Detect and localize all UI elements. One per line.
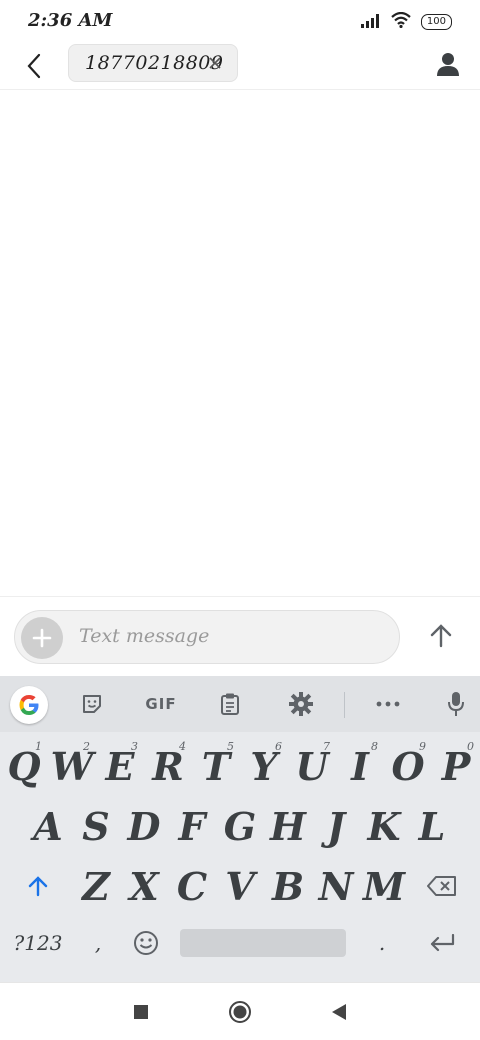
key-z[interactable]: Z bbox=[72, 856, 120, 916]
key-q[interactable]: Q1 bbox=[0, 736, 48, 796]
key-f[interactable]: F bbox=[168, 796, 216, 856]
key-e[interactable]: E3 bbox=[96, 736, 144, 796]
key-row-4: ?123 , . bbox=[0, 918, 480, 978]
key-p[interactable]: P0 bbox=[432, 736, 480, 796]
gif-label: GIF bbox=[145, 695, 177, 713]
key-label: T bbox=[201, 743, 231, 789]
key-hint: 3 bbox=[131, 740, 138, 753]
key-c[interactable]: C bbox=[168, 856, 216, 916]
recipient-chip[interactable]: 18770218809 bbox=[68, 44, 238, 82]
key-u[interactable]: U7 bbox=[288, 736, 336, 796]
square-icon[interactable] bbox=[126, 997, 156, 1027]
backspace-icon[interactable] bbox=[410, 856, 474, 916]
key-x[interactable]: X bbox=[120, 856, 168, 916]
key-w[interactable]: W2 bbox=[48, 736, 96, 796]
toolbar-divider bbox=[344, 692, 345, 718]
period-key[interactable]: . bbox=[358, 918, 406, 968]
status-time: 2:36 AM bbox=[28, 10, 113, 31]
more-dots-icon[interactable] bbox=[372, 688, 404, 720]
key-b[interactable]: B bbox=[264, 856, 312, 916]
key-h[interactable]: H bbox=[264, 796, 312, 856]
triangle-back-icon[interactable] bbox=[324, 997, 354, 1027]
key-l[interactable]: L bbox=[408, 796, 456, 856]
conversation-area bbox=[0, 91, 480, 595]
circle-icon[interactable] bbox=[225, 997, 255, 1027]
key-label: I bbox=[351, 743, 369, 789]
mic-icon[interactable] bbox=[440, 688, 472, 720]
gif-button[interactable]: GIF bbox=[140, 688, 182, 720]
key-j[interactable]: J bbox=[312, 796, 360, 856]
compose-area: Text message bbox=[0, 596, 480, 676]
space-bar[interactable] bbox=[180, 929, 346, 957]
key-y[interactable]: Y6 bbox=[240, 736, 288, 796]
key-n[interactable]: N bbox=[312, 856, 360, 916]
enter-icon[interactable] bbox=[410, 918, 474, 968]
comma-key[interactable]: , bbox=[74, 918, 122, 968]
wifi-icon bbox=[391, 11, 411, 32]
key-row-2: A S D F G H J K L bbox=[0, 796, 480, 856]
send-arrow-icon[interactable] bbox=[426, 621, 456, 651]
key-d[interactable]: D bbox=[120, 796, 168, 856]
key-label: Y bbox=[250, 743, 278, 789]
plus-icon[interactable] bbox=[21, 617, 63, 659]
key-hint: 7 bbox=[323, 740, 330, 753]
key-hint: 2 bbox=[83, 740, 90, 753]
key-label: P bbox=[441, 743, 471, 789]
back-arrow-icon[interactable] bbox=[20, 50, 48, 82]
key-row-3: Z X C V B N M bbox=[0, 856, 480, 916]
key-k[interactable]: K bbox=[360, 796, 408, 856]
key-row-1: Q1 W2 E3 R4 T5 Y6 U7 I8 O9 P0 bbox=[0, 736, 480, 796]
clipboard-icon[interactable] bbox=[214, 688, 246, 720]
conversation-header: 18770218809 bbox=[0, 44, 480, 90]
message-input[interactable]: Text message bbox=[79, 625, 209, 647]
key-o[interactable]: O9 bbox=[384, 736, 432, 796]
key-hint: 6 bbox=[275, 740, 282, 753]
key-hint: 8 bbox=[371, 740, 378, 753]
key-i[interactable]: I8 bbox=[336, 736, 384, 796]
symbols-key[interactable]: ?123 bbox=[6, 918, 70, 968]
emoji-icon[interactable] bbox=[122, 918, 170, 968]
google-g-icon[interactable] bbox=[10, 686, 48, 724]
keyboard-toolbar: GIF bbox=[0, 676, 480, 732]
key-hint: 0 bbox=[467, 740, 474, 753]
key-hint: 1 bbox=[35, 740, 42, 753]
key-t[interactable]: T5 bbox=[192, 736, 240, 796]
key-r[interactable]: R4 bbox=[144, 736, 192, 796]
signal-icon bbox=[360, 13, 381, 32]
key-v[interactable]: V bbox=[216, 856, 264, 916]
key-hint: 4 bbox=[179, 740, 186, 753]
key-a[interactable]: A bbox=[24, 796, 72, 856]
key-s[interactable]: S bbox=[72, 796, 120, 856]
keyboard: G I F Q 1 W 2 E 3 R 4 T 5 Y 6 U 7 I 8 O 9 … bbox=[0, 676, 480, 982]
status-icons: 100 bbox=[360, 11, 452, 32]
person-icon[interactable] bbox=[432, 48, 464, 80]
gear-icon[interactable] bbox=[285, 688, 317, 720]
key-m[interactable]: M bbox=[360, 856, 408, 916]
key-hint: 5 bbox=[227, 740, 234, 753]
compose-box[interactable]: Text message bbox=[14, 610, 400, 664]
sticker-icon[interactable] bbox=[76, 688, 108, 720]
key-hint: 9 bbox=[419, 740, 426, 753]
close-icon[interactable] bbox=[207, 55, 223, 71]
navigation-bar bbox=[0, 982, 480, 1040]
status-bar: 2:36 AM 100 bbox=[0, 0, 480, 44]
shift-arrow-icon[interactable] bbox=[6, 856, 70, 916]
recipient-number: 18770218809 bbox=[85, 52, 224, 74]
key-g[interactable]: G bbox=[216, 796, 264, 856]
battery-icon: 100 bbox=[420, 14, 452, 30]
